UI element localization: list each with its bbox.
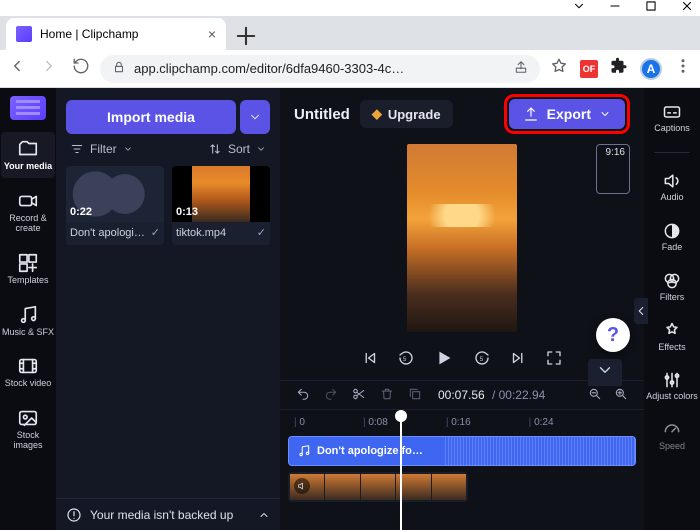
extension-badge[interactable]: OF [580,60,598,78]
new-tab-button[interactable] [232,22,260,50]
editor-stage: Untitled ◆ Upgrade Export 9:16 ? 5 5 [280,88,644,530]
browser-urlbar: app.clipchamp.com/editor/6dfa9460-3303-4… [0,50,700,88]
kebab-icon[interactable] [674,57,692,80]
sort-button[interactable]: Sort [208,142,266,156]
tool-captions[interactable]: Captions [645,98,699,138]
help-fab[interactable]: ? [596,318,630,352]
zoom-in-icon[interactable] [614,387,628,404]
window-maximize-icon[interactable] [644,0,658,18]
tool-adjust-colors[interactable]: Adjust colors [645,366,699,406]
preview-video[interactable] [407,144,517,332]
backup-warning[interactable]: Your media isn't backed up [56,498,280,530]
undo-icon[interactable] [296,387,310,404]
export-highlight: Export [504,94,630,134]
forward-5-icon[interactable]: 5 [473,349,491,372]
star-icon[interactable] [550,57,568,80]
nav-stock-video[interactable]: Stock video [1,349,55,395]
tab-title: Home | Clipchamp [40,27,138,41]
import-media-caret[interactable] [240,100,270,134]
collapse-timeline-icon[interactable] [588,359,622,386]
url-field[interactable]: app.clipchamp.com/editor/6dfa9460-3303-4… [100,55,540,83]
transport-controls: 5 5 [280,340,644,380]
export-button[interactable]: Export [509,99,625,129]
nav-record-create[interactable]: Record & create [1,184,55,240]
tool-audio[interactable]: Audio [645,167,699,207]
tool-effects[interactable]: Effects [645,317,699,357]
check-icon: ✓ [257,226,266,239]
timeline[interactable]: 0 0:08 0:16 0:24 Don't apologize fo… [280,410,644,530]
extensions-icon[interactable] [610,57,628,80]
skip-start-icon[interactable] [361,349,379,372]
window-close-icon[interactable] [680,0,694,18]
media-item[interactable]: 0:13 tiktok.mp4 ✓ [172,166,270,245]
media-item[interactable]: 0:22 Don't apologi… ✓ [66,166,164,245]
nav-templates[interactable]: Templates [1,246,55,292]
nav-music-sfx[interactable]: Music & SFX [1,298,55,344]
rewind-5-icon[interactable]: 5 [397,349,415,372]
check-icon: ✓ [151,226,160,239]
window-titlebar [0,0,700,16]
split-icon[interactable] [352,387,366,404]
filter-button[interactable]: Filter [70,142,133,156]
aspect-ratio-button[interactable]: 9:16 [596,144,630,194]
right-nav-collapse-icon[interactable] [634,298,648,324]
app-logo-icon[interactable] [10,96,46,120]
zoom-out-icon[interactable] [588,387,602,404]
lock-icon [112,60,126,77]
tab-close-icon[interactable]: × [208,26,216,42]
audio-clip[interactable]: Don't apologize fo… [288,436,636,466]
tool-speed[interactable]: Speed [645,416,699,456]
fullscreen-icon[interactable] [545,349,563,372]
playhead[interactable] [400,412,402,530]
playhead-time: 00:07.56 / 00:22.94 [438,388,545,402]
media-duration: 0:13 [176,206,198,218]
url-text: app.clipchamp.com/editor/6dfa9460-3303-4… [134,61,404,76]
stage-header: Untitled ◆ Upgrade Export [280,88,644,140]
favicon-icon [16,26,32,42]
upgrade-button[interactable]: ◆ Upgrade [360,100,453,128]
duplicate-icon[interactable] [408,387,422,404]
tool-filters[interactable]: Filters [645,267,699,307]
app-root: Your media Record & create Templates Mus… [0,88,700,530]
import-media-button[interactable]: Import media [66,100,236,134]
nav-stock-images[interactable]: Stock images [1,401,55,457]
nav-your-media[interactable]: Your media [1,132,55,178]
share-icon[interactable] [514,60,528,77]
svg-text:5: 5 [480,357,484,363]
delete-icon[interactable] [380,387,394,404]
window-caret-icon[interactable] [572,0,586,18]
svg-text:5: 5 [403,357,407,363]
right-nav: Captions Audio Fade Filters Effects Adju… [644,88,700,530]
diamond-icon: ◆ [372,106,382,122]
media-duration: 0:22 [70,206,92,218]
project-title[interactable]: Untitled [294,106,350,123]
browser-tab[interactable]: Home | Clipchamp × [6,18,226,50]
back-icon[interactable] [8,57,26,80]
media-name: tiktok.mp4 [176,227,226,239]
media-panel: Import media Filter Sort 0:22 Don't apol… [56,88,280,530]
tool-fade[interactable]: Fade [645,217,699,257]
preview-area: 9:16 ? [280,140,644,340]
profile-avatar[interactable]: A [640,58,662,80]
reload-icon[interactable] [72,57,90,80]
video-clip[interactable] [288,472,468,502]
media-thumb-audio: 0:22 [66,166,164,222]
forward-icon [40,57,58,80]
waveform-icon [445,437,635,465]
media-name: Don't apologi… [70,227,145,239]
redo-icon[interactable] [324,387,338,404]
skip-end-icon[interactable] [509,349,527,372]
window-minimize-icon[interactable] [608,0,622,18]
speaker-icon[interactable] [294,478,310,494]
media-thumb-video: 0:13 [172,166,270,222]
play-icon[interactable] [433,347,455,374]
timeline-ruler: 0 0:08 0:16 0:24 [280,410,644,434]
left-nav: Your media Record & create Templates Mus… [0,88,56,530]
browser-tabstrip: Home | Clipchamp × [0,16,700,50]
